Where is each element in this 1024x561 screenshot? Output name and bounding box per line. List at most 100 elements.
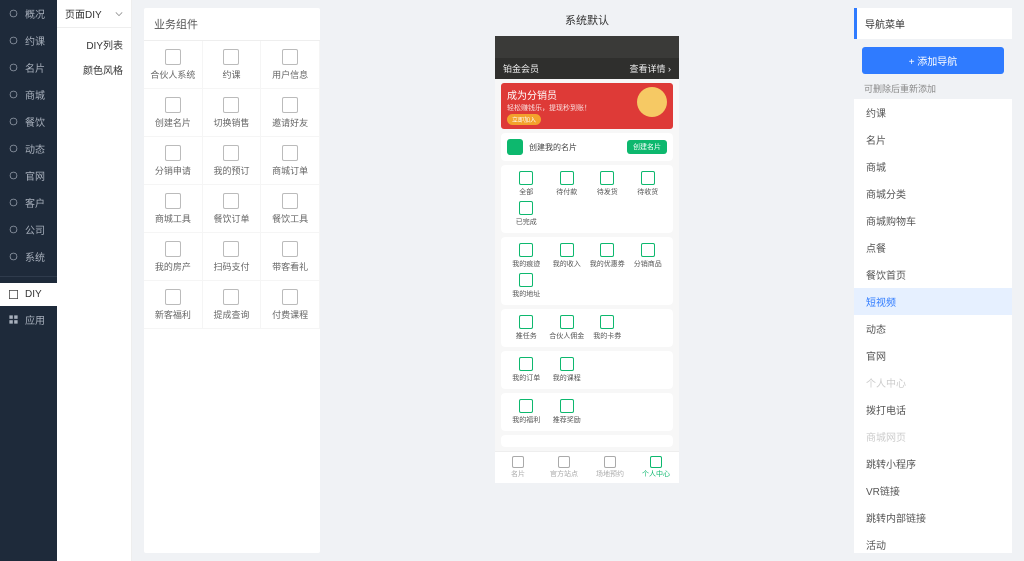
cell-icon [519, 273, 533, 287]
nav-option[interactable]: 点餐 [854, 234, 1012, 261]
nav-option[interactable]: 跳转内部链接 [854, 504, 1012, 531]
sidebar-item-app[interactable]: 应用 [0, 306, 57, 333]
grid-cell[interactable]: 待发货 [588, 171, 627, 197]
grid-cell[interactable]: 待收货 [629, 171, 668, 197]
widgets-head: 业务组件 [144, 8, 320, 41]
widget-icon [165, 49, 181, 65]
cell-icon [600, 243, 614, 257]
widget-icon [223, 193, 239, 209]
widget-cell[interactable]: 扫码支付 [203, 233, 262, 281]
create-card-row[interactable]: 创建我的名片 创建名片 [501, 133, 673, 161]
banner-join-btn[interactable]: 立即加入 [507, 114, 541, 125]
widget-cell[interactable]: 合伙人系统 [144, 41, 203, 89]
widget-cell[interactable]: 商城订单 [261, 137, 320, 185]
cell-icon [600, 171, 614, 185]
widget-cell[interactable]: 提成查询 [203, 281, 262, 329]
widget-cell[interactable]: 带客看礼 [261, 233, 320, 281]
create-card-btn[interactable]: 创建名片 [627, 140, 667, 154]
widget-cell[interactable]: 餐饮工具 [261, 185, 320, 233]
widget-icon [165, 193, 181, 209]
widget-cell[interactable]: 邀请好友 [261, 89, 320, 137]
cell-icon [519, 201, 533, 215]
tab-item[interactable]: 场地预约 [587, 452, 633, 483]
card-icon [507, 139, 523, 155]
nav-option[interactable]: 名片 [854, 126, 1012, 153]
cell-icon [560, 243, 574, 257]
sidebar-item-bag[interactable]: 商城 [0, 81, 57, 108]
nav-option[interactable]: 官网 [854, 342, 1012, 369]
grid-cell[interactable]: 我的地址 [507, 273, 546, 299]
widget-cell[interactable]: 约课 [203, 41, 262, 89]
nav-option[interactable]: 约课 [854, 99, 1012, 126]
widget-cell[interactable]: 切换销售 [203, 89, 262, 137]
grid-cell[interactable]: 我的收入 [548, 243, 587, 269]
cell-icon [519, 171, 533, 185]
tab-item[interactable]: 官方站点 [541, 452, 587, 483]
widget-cell[interactable]: 用户信息 [261, 41, 320, 89]
widget-cell[interactable]: 分销申请 [144, 137, 203, 185]
order-grid: 全部待付款待发货待收货已完成 [501, 165, 673, 233]
grid-cell[interactable]: 我的痕迹 [507, 243, 546, 269]
grid-cell[interactable]: 分销商品 [629, 243, 668, 269]
add-nav-button[interactable]: + 添加导航 [862, 47, 1004, 74]
nav-option[interactable]: 商城 [854, 153, 1012, 180]
nav-option[interactable]: 活动 [854, 531, 1012, 553]
grid-cell[interactable]: 我的优惠券 [588, 243, 627, 269]
tab-icon [650, 456, 662, 468]
sidebar-item-diy[interactable]: DIY [0, 283, 57, 306]
sidebar-item-card[interactable]: 名片 [0, 54, 57, 81]
sidebar-item-dashboard[interactable]: 概况 [0, 0, 57, 27]
grid-cell[interactable]: 待付款 [548, 171, 587, 197]
nav-option[interactable]: 拨打电话 [854, 396, 1012, 423]
tab-item[interactable]: 名片 [495, 452, 541, 483]
cell-icon [519, 243, 533, 257]
sidebar-item-user[interactable]: 客户 [0, 189, 57, 216]
grid-cell[interactable]: 推荐奖励 [548, 399, 587, 425]
widget-icon [223, 289, 239, 305]
widget-icon [165, 289, 181, 305]
widgets-panel: 业务组件 合伙人系统约课用户信息创建名片切换销售邀请好友分销申请我的预订商城订单… [144, 8, 320, 553]
widget-cell[interactable]: 商城工具 [144, 185, 203, 233]
grid-cell[interactable]: 我的订单 [507, 357, 546, 383]
sidebar-item-fork[interactable]: 餐饮 [0, 108, 57, 135]
cell-icon [560, 315, 574, 329]
grid-cell[interactable]: 合伙人佣金 [548, 315, 587, 341]
sidebar-item-globe[interactable]: 官网 [0, 162, 57, 189]
widget-cell[interactable]: 创建名片 [144, 89, 203, 137]
submenu-item[interactable]: DIY列表 [57, 32, 131, 57]
grid-cell[interactable]: 推任务 [507, 315, 546, 341]
widget-cell[interactable]: 我的预订 [203, 137, 262, 185]
widget-cell[interactable]: 新客福利 [144, 281, 203, 329]
extra-grid [501, 435, 673, 447]
grid-cell[interactable]: 我的课程 [548, 357, 587, 383]
sidebar-item-building[interactable]: 公司 [0, 216, 57, 243]
widget-icon [223, 241, 239, 257]
widget-cell[interactable]: 餐饮订单 [203, 185, 262, 233]
widget-cell[interactable]: 我的房产 [144, 233, 203, 281]
submenu-item[interactable]: 颜色风格 [57, 57, 131, 82]
submenu-head[interactable]: 页面DIY [57, 0, 131, 28]
widget-cell[interactable]: 付费课程 [261, 281, 320, 329]
welfare-grid: 我的福利推荐奖励 [501, 393, 673, 431]
grid-cell[interactable]: 我的卡券 [588, 315, 627, 341]
grid-cell[interactable]: 已完成 [507, 201, 546, 227]
nav-option[interactable]: 商城购物车 [854, 207, 1012, 234]
nav-option[interactable]: 跳转小程序 [854, 450, 1012, 477]
nav-option[interactable]: VR链接 [854, 477, 1012, 504]
tab-item[interactable]: 个人中心 [633, 452, 679, 483]
vip-bar[interactable]: 铂金会员 查看详情 › [495, 58, 679, 79]
widget-icon [165, 97, 181, 113]
cell-icon [560, 399, 574, 413]
nav-option[interactable]: 商城分类 [854, 180, 1012, 207]
sidebar-item-wave[interactable]: 动态 [0, 135, 57, 162]
props-panel: 导航菜单 + 添加导航 可删除后重新添加 约课名片商城商城分类商城购物车点餐餐饮… [854, 8, 1012, 553]
sidebar-item-gear[interactable]: 系统 [0, 243, 57, 270]
sidebar-item-calendar[interactable]: 约课 [0, 27, 57, 54]
nav-option[interactable]: 餐饮首页 [854, 261, 1012, 288]
nav-option[interactable]: 短视频 [854, 288, 1012, 315]
nav-option[interactable]: 动态 [854, 315, 1012, 342]
distributor-banner[interactable]: 成为分销员 轻松赚钱乐，提现秒到账！ 立即加入 [501, 83, 673, 129]
grid-cell[interactable]: 我的福利 [507, 399, 546, 425]
grid-cell[interactable]: 全部 [507, 171, 546, 197]
tab-icon [604, 456, 616, 468]
